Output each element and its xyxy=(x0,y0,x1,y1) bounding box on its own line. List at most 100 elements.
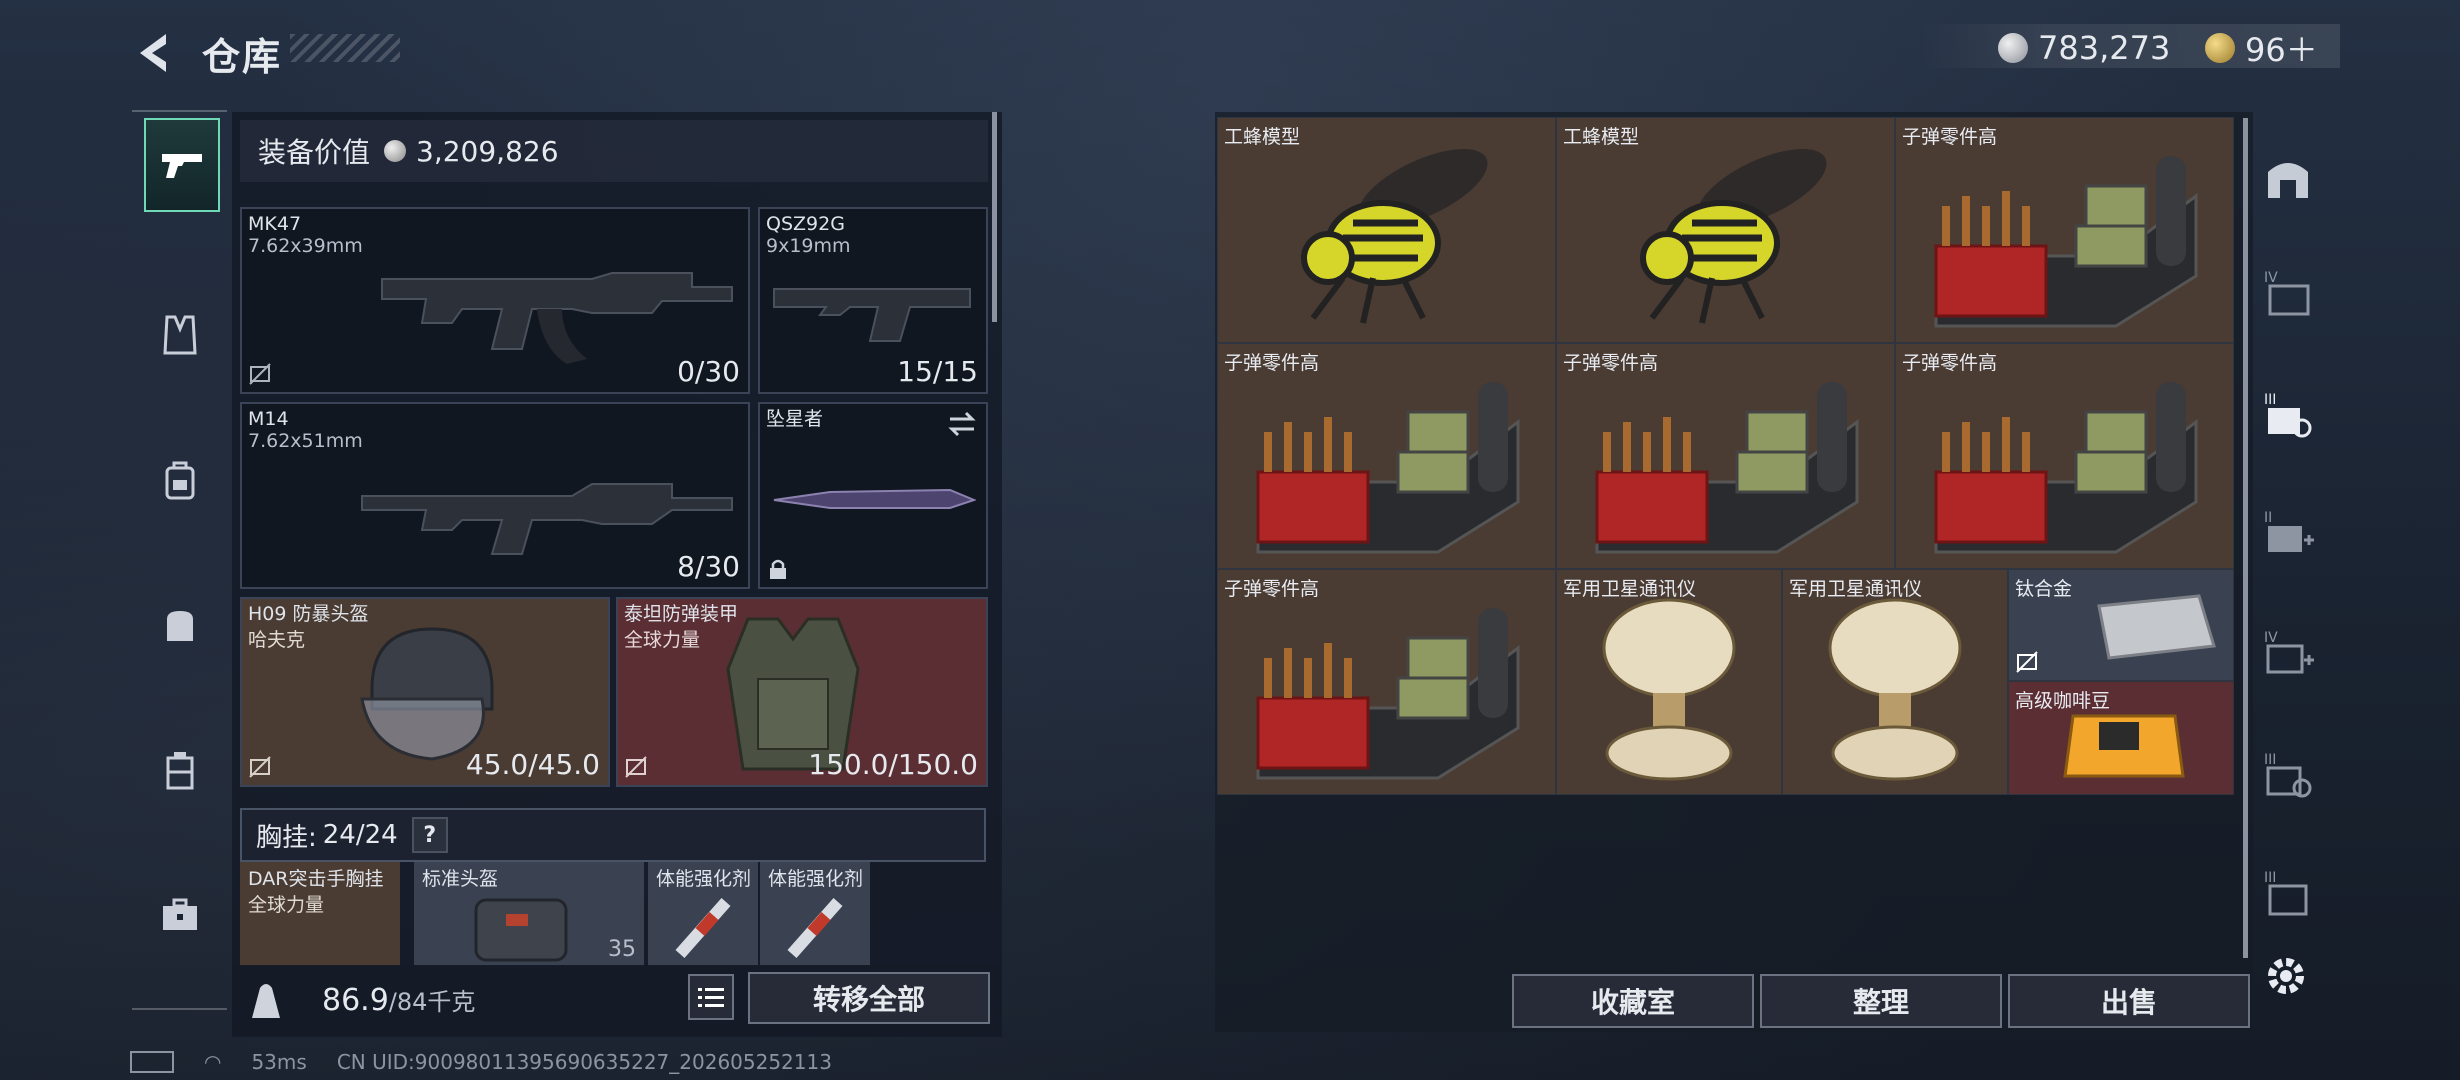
side-category-iv-case[interactable]: IV xyxy=(2262,268,2314,320)
gold-currency[interactable]: 96＋ xyxy=(2205,28,2318,69)
storage-item[interactable]: 子弹零件高 xyxy=(1895,343,2234,569)
item-brand: 全球力量 xyxy=(248,894,325,916)
battery-icon xyxy=(130,1051,174,1073)
storage-item[interactable]: 钛合金 xyxy=(2008,569,2234,681)
storage-item[interactable]: 子弹零件高 xyxy=(1895,117,2234,343)
melee-slot[interactable]: 坠星者 xyxy=(758,402,988,589)
storage-item[interactable]: 工蜂模型 xyxy=(1217,117,1556,343)
storage-item[interactable]: 子弹零件高 xyxy=(1217,569,1556,795)
ammo-type: 7.62x51mm xyxy=(248,430,363,452)
nav-toolbox[interactable] xyxy=(144,870,216,960)
storage-item[interactable]: 子弹零件高 xyxy=(1217,343,1556,569)
back-button[interactable] xyxy=(130,28,180,78)
weapon-name: M14 xyxy=(248,408,289,430)
tier-iv-case-icon: IV xyxy=(2264,270,2310,316)
item-name: 工蜂模型 xyxy=(1224,126,1301,148)
storage-item[interactable]: 工蜂模型 xyxy=(1556,117,1895,343)
weight-icon xyxy=(248,980,284,1020)
nav-chest-rig[interactable] xyxy=(144,290,216,380)
storage-item[interactable]: 军用卫星通讯仪 xyxy=(1556,569,1782,795)
sell-button[interactable]: 出售 xyxy=(2008,974,2250,1028)
no-repair-icon xyxy=(625,756,647,778)
transfer-all-button[interactable]: 转移全部 xyxy=(748,972,990,1024)
storage-scrollbar[interactable] xyxy=(2243,118,2248,958)
syringe-icon xyxy=(675,898,731,958)
case-icon xyxy=(166,752,194,790)
ammo-type: 7.62x39mm xyxy=(248,235,363,257)
sort-button[interactable]: 整理 xyxy=(1760,974,2002,1028)
gear-icon xyxy=(2268,958,2304,994)
rig-item[interactable]: DAR突击手胸挂 全球力量 xyxy=(240,862,400,966)
side-category-iv-medical[interactable]: IV xyxy=(2262,628,2314,680)
secondary-weapon-slot[interactable]: M14 7.62x51mm 8/30 xyxy=(240,402,750,589)
side-category-iii-key[interactable]: III xyxy=(2262,750,2314,802)
nav-backpack[interactable] xyxy=(144,435,216,525)
storage-item[interactable]: 子弹零件高 xyxy=(1556,343,1895,569)
sort-label: 整理 xyxy=(1852,986,1909,1019)
storage-all-icon xyxy=(2268,163,2308,198)
list-view-button[interactable] xyxy=(688,974,734,1020)
help-button[interactable]: ? xyxy=(411,817,448,853)
nav-bag[interactable] xyxy=(144,580,216,670)
titanium-ingot-image xyxy=(2097,594,2216,660)
bee-model-image xyxy=(1640,149,1827,324)
knife-image xyxy=(773,488,976,509)
chest-rig-label: 胸挂: xyxy=(256,822,317,853)
chest-rig-bar: 胸挂: 24/24 ? xyxy=(240,808,986,862)
bullet-parts-image xyxy=(1934,382,2198,554)
transfer-all-label: 转移全部 xyxy=(812,983,925,1016)
armor-slot[interactable]: 泰坦防弹装甲 全球力量 150.0/150.0 xyxy=(616,597,988,787)
status-bar: ◠ 53ms CN UID:900980113956906352​27_2026… xyxy=(130,1050,832,1074)
primary-weapon-slot[interactable]: MK47 7.62x39mm 0/30 xyxy=(240,207,750,394)
satellite-device-image xyxy=(1828,598,1962,781)
svg-text:IV: IV xyxy=(2264,270,2278,286)
weight-readout: 86.9 /84千克 xyxy=(322,982,475,1018)
nav-weapons[interactable] xyxy=(144,118,220,212)
bee-model-image xyxy=(1301,149,1488,324)
ammo-count: 15/15 xyxy=(897,355,978,388)
side-category-ii-medical[interactable]: II xyxy=(2262,508,2314,560)
bullet-parts-image xyxy=(1595,382,1859,554)
settings-button[interactable] xyxy=(2262,952,2314,1004)
item-brand: 哈夫克 xyxy=(248,629,306,651)
equipment-value-bar: 装备价值 3,209,826 xyxy=(240,120,988,182)
wifi-icon: ◠ xyxy=(204,1050,222,1074)
storage-item[interactable]: 军用卫星通讯仪 xyxy=(1782,569,2008,795)
title-decoration xyxy=(290,34,400,62)
weapon-name: 坠星者 xyxy=(766,408,824,430)
rig-item[interactable]: 体能强化剂 xyxy=(760,862,870,966)
item-name: 军用卫星通讯仪 xyxy=(1563,578,1697,600)
list-icon xyxy=(698,988,724,1007)
item-name: 工蜂模型 xyxy=(1563,126,1640,148)
swap-icon[interactable] xyxy=(946,410,978,438)
silver-amount: 783,273 xyxy=(2038,29,2171,67)
side-category-iii-ammo[interactable]: III xyxy=(2262,390,2314,442)
rifle-image xyxy=(381,272,733,364)
item-name: 子弹零件高 xyxy=(1224,578,1320,600)
rig-item[interactable]: 体能强化剂 xyxy=(648,862,758,966)
tier-iii-ammo-icon: III xyxy=(2264,392,2312,438)
chest-rig-capacity: 24/24 xyxy=(322,820,398,850)
ammo-type: 9x19mm xyxy=(766,235,851,257)
tier-iv-medical-icon: IV xyxy=(2264,630,2314,674)
item-name: DAR突击手胸挂 xyxy=(248,868,384,890)
nav-case[interactable] xyxy=(144,725,216,815)
pistol-slot[interactable]: QSZ92G 9x19mm 15/15 xyxy=(758,207,988,394)
item-name: 体能强化剂 xyxy=(656,868,752,890)
item-name: 子弹零件高 xyxy=(1563,352,1659,374)
coffee-bag-image xyxy=(2063,714,2185,778)
side-category-iii-box[interactable]: III xyxy=(2262,868,2314,920)
gold-amount: 96＋ xyxy=(2245,31,2318,69)
item-name: 子弹零件高 xyxy=(1902,126,1998,148)
item-name: 军用卫星通讯仪 xyxy=(1789,578,1923,600)
helmet-slot[interactable]: H09 防暴头盔 哈夫克 45.0/45.0 xyxy=(240,597,610,787)
storage-item[interactable]: 高级咖啡豆 xyxy=(2008,681,2234,795)
side-category-all[interactable] xyxy=(2262,152,2314,204)
silver-currency: 783,273 xyxy=(1998,28,2170,68)
rig-item[interactable]: 标准头盔 35 xyxy=(414,862,644,966)
item-name: 子弹零件高 xyxy=(1902,352,1998,374)
pistol-image xyxy=(773,288,971,342)
loadout-scrollbar[interactable] xyxy=(992,112,997,322)
rifle-image xyxy=(361,483,733,555)
collection-room-button[interactable]: 收藏室 xyxy=(1512,974,1754,1028)
